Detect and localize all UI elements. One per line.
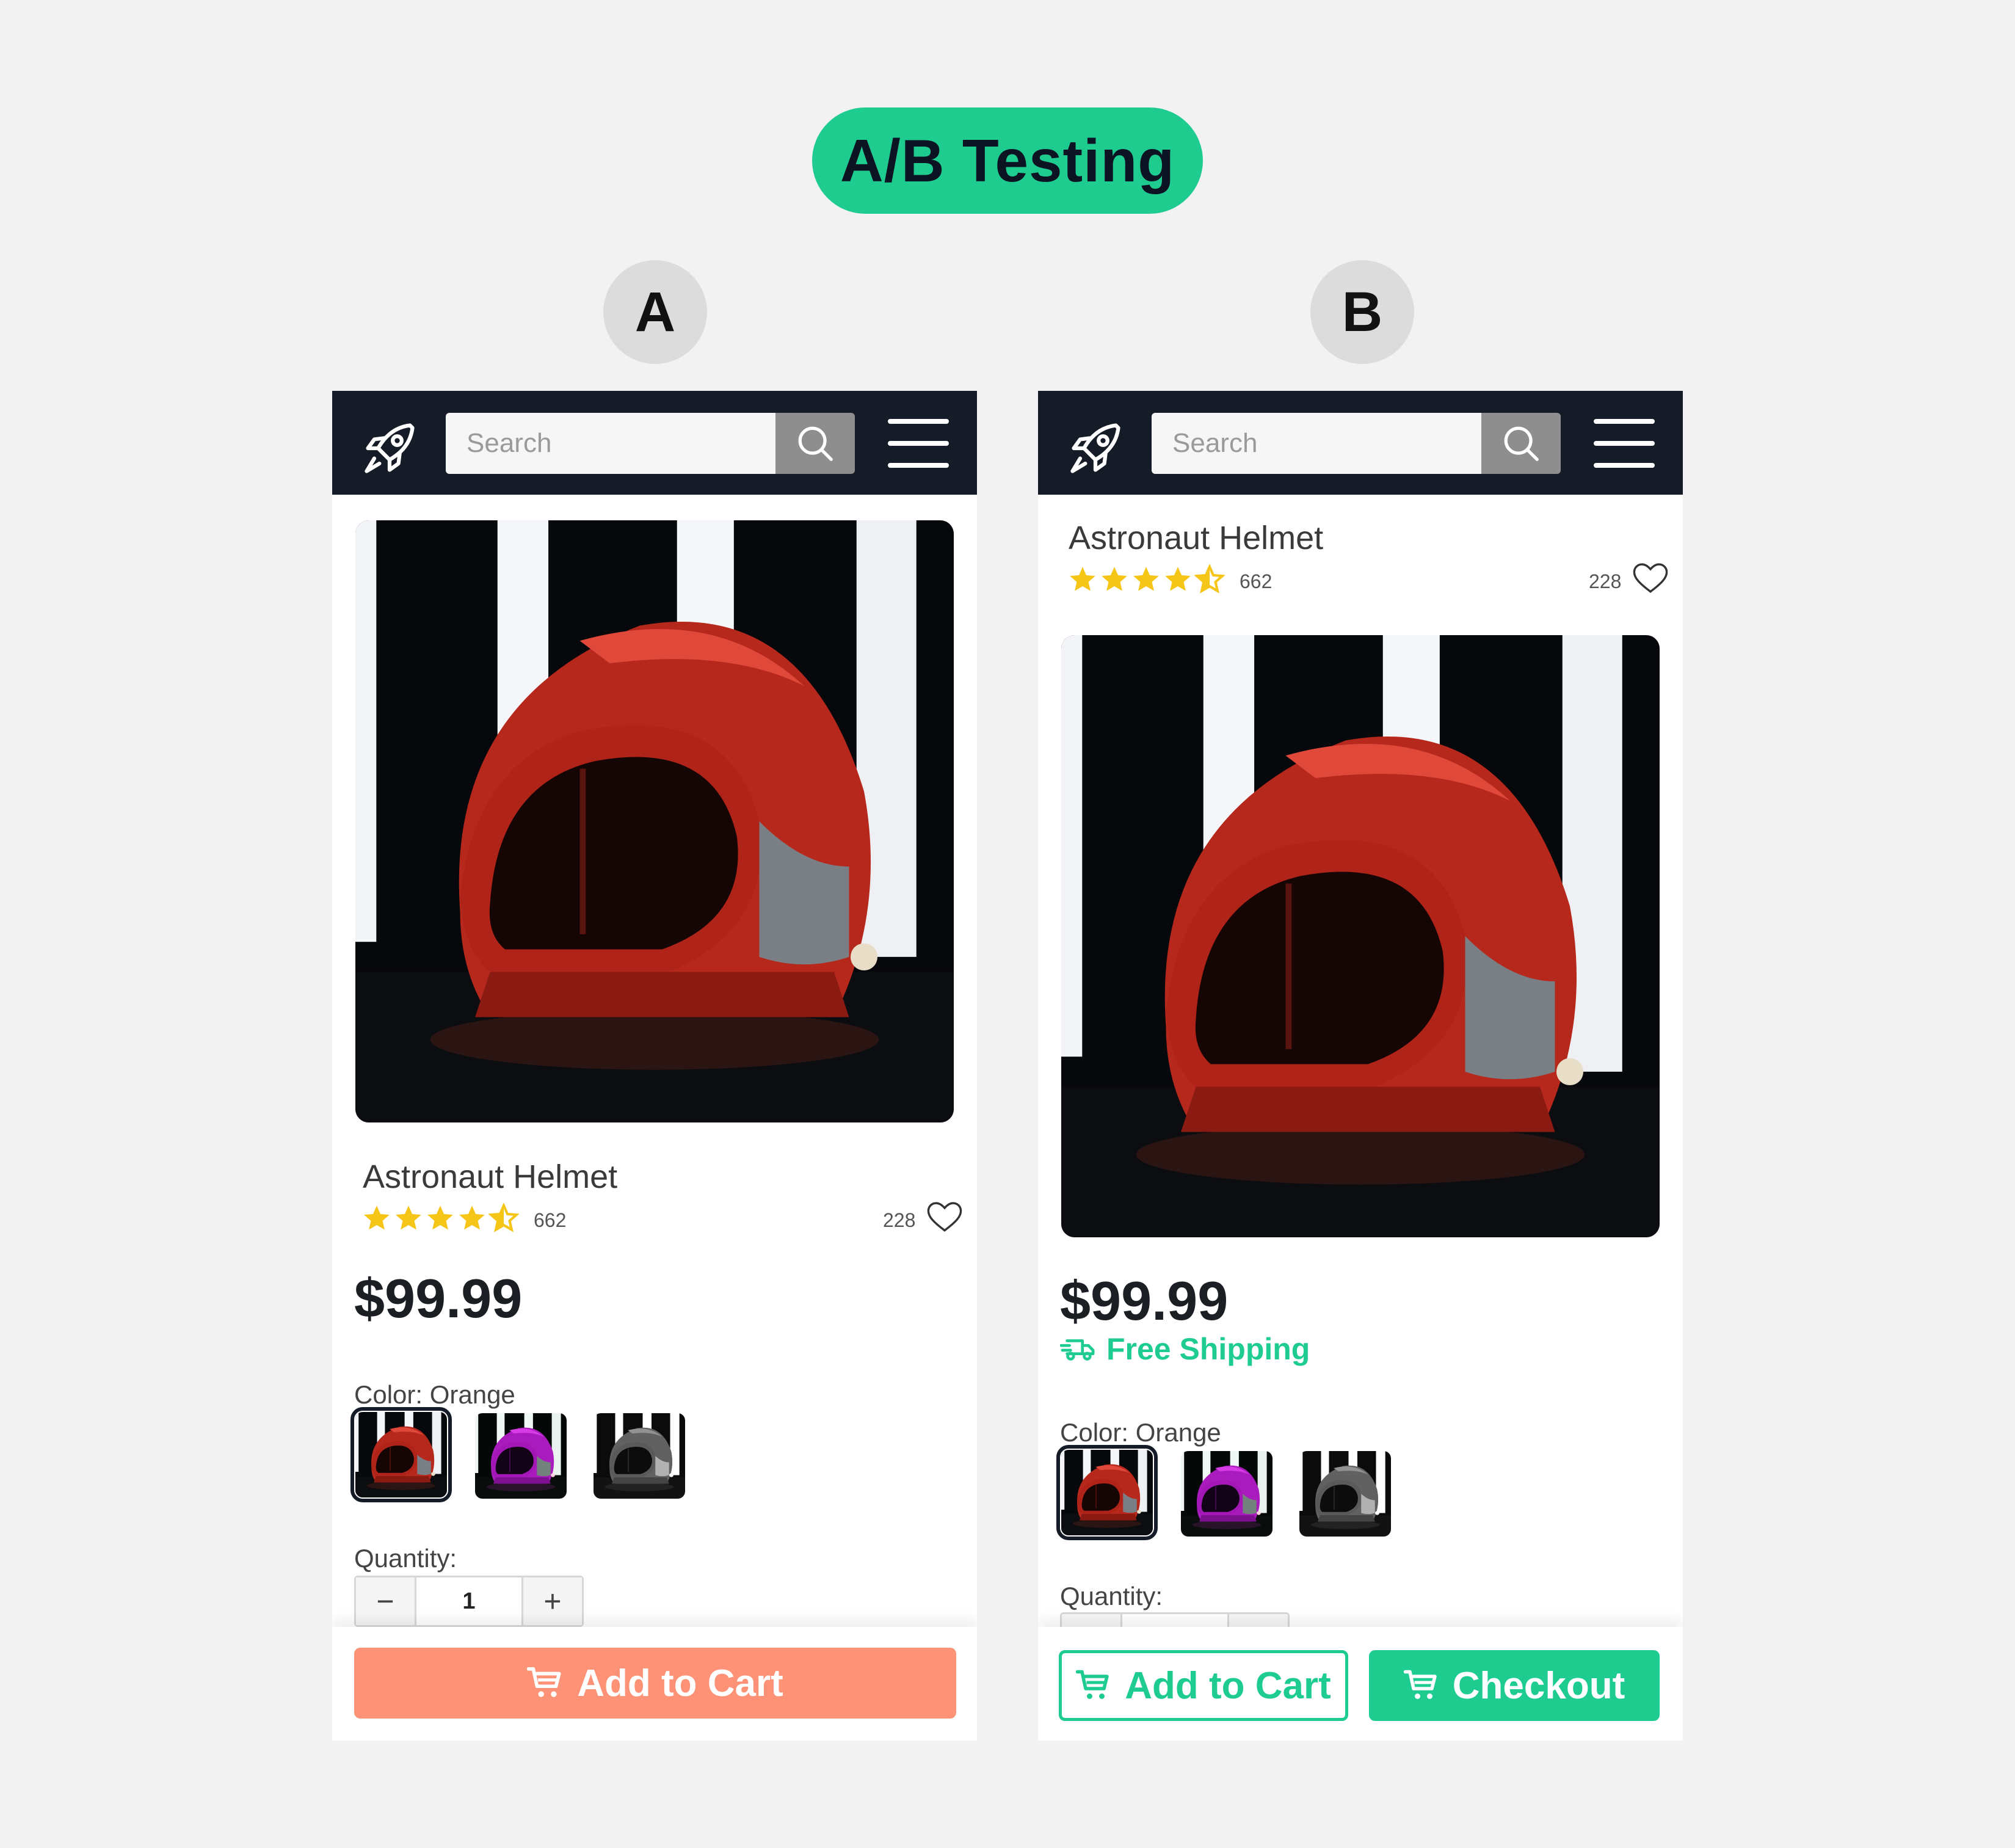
star-icon [393,1203,424,1234]
search-input[interactable]: Search [446,413,775,474]
cart-icon [527,1664,565,1702]
star-icon [1099,564,1130,595]
menu-icon[interactable] [888,417,949,469]
quantity-stepper: − 1 + [354,1576,584,1627]
heart-icon[interactable] [927,1201,962,1234]
menu-icon[interactable] [1594,417,1655,469]
search-icon [798,426,833,461]
checkout-label: Checkout [1452,1664,1625,1707]
star-half-icon [1194,564,1225,595]
variant-b-phone: Search Astronaut Helmet 662 228 $99.99 F… [1038,391,1683,1741]
variant-b-badge: B [1310,260,1414,364]
bottom-action-bar: Add to Cart [332,1627,977,1741]
quantity-label: Quantity: [1060,1582,1163,1610]
search-icon [1504,426,1539,461]
star-icon [457,1203,487,1234]
search-button[interactable] [1481,413,1561,474]
rocket-icon[interactable] [359,418,420,479]
ab-testing-title: A/B Testing [812,107,1203,214]
swatch-orange[interactable] [350,1407,452,1502]
favorites-count: 228 [1589,570,1622,592]
swatch-silver[interactable] [594,1413,685,1499]
cart-icon [1404,1667,1440,1704]
swatch-silver[interactable] [1299,1451,1391,1537]
search-input[interactable]: Search [1152,413,1481,474]
star-icon [361,1203,392,1234]
favorites-count: 228 [883,1209,916,1231]
checkout-button[interactable]: Checkout [1369,1650,1660,1721]
rating-stars [1067,564,1225,595]
star-icon [1163,564,1193,595]
product-image[interactable] [355,520,954,1122]
product-name: Astronaut Helmet [363,1159,618,1195]
rating-stars [361,1203,519,1234]
bottom-action-bar: Add to Cart Checkout [1038,1627,1683,1741]
price: $99.99 [354,1268,523,1330]
rating-count: 662 [1240,570,1273,592]
navbar: Search [332,391,977,495]
swatch-purple[interactable] [1181,1451,1273,1537]
quantity-decrement-button[interactable]: − [356,1577,415,1625]
rocket-icon[interactable] [1065,418,1126,479]
swatch-purple[interactable] [475,1413,567,1499]
navbar: Search [1038,391,1683,495]
star-icon [425,1203,456,1234]
swatch-orange[interactable] [1056,1445,1158,1540]
star-icon [1067,564,1098,595]
color-label: Color: Orange [1060,1418,1221,1447]
truck-icon [1060,1339,1095,1361]
rating-count: 662 [534,1209,567,1231]
add-to-cart-button[interactable]: Add to Cart [1059,1650,1348,1721]
free-shipping: Free Shipping [1060,1331,1310,1367]
add-to-cart-button[interactable]: Add to Cart [354,1648,956,1719]
quantity-value[interactable]: 1 [415,1577,523,1625]
product-name: Astronaut Helmet [1069,520,1324,556]
add-to-cart-label: Add to Cart [577,1662,783,1704]
heart-icon[interactable] [1633,562,1668,595]
free-shipping-label: Free Shipping [1106,1332,1310,1366]
product-image[interactable] [1061,635,1660,1237]
search-button[interactable] [775,413,855,474]
variant-a-badge: A [603,260,707,364]
add-to-cart-label: Add to Cart [1125,1664,1331,1707]
quantity-label: Quantity: [354,1544,457,1573]
price: $99.99 [1060,1271,1229,1332]
quantity-increment-button[interactable]: + [523,1577,582,1625]
star-half-icon [488,1203,519,1234]
variant-a-phone: Search Astronaut Helmet 662 228 $99.99 C… [332,391,977,1741]
cart-icon [1076,1667,1113,1704]
star-icon [1131,564,1161,595]
color-label: Color: Orange [354,1380,515,1409]
